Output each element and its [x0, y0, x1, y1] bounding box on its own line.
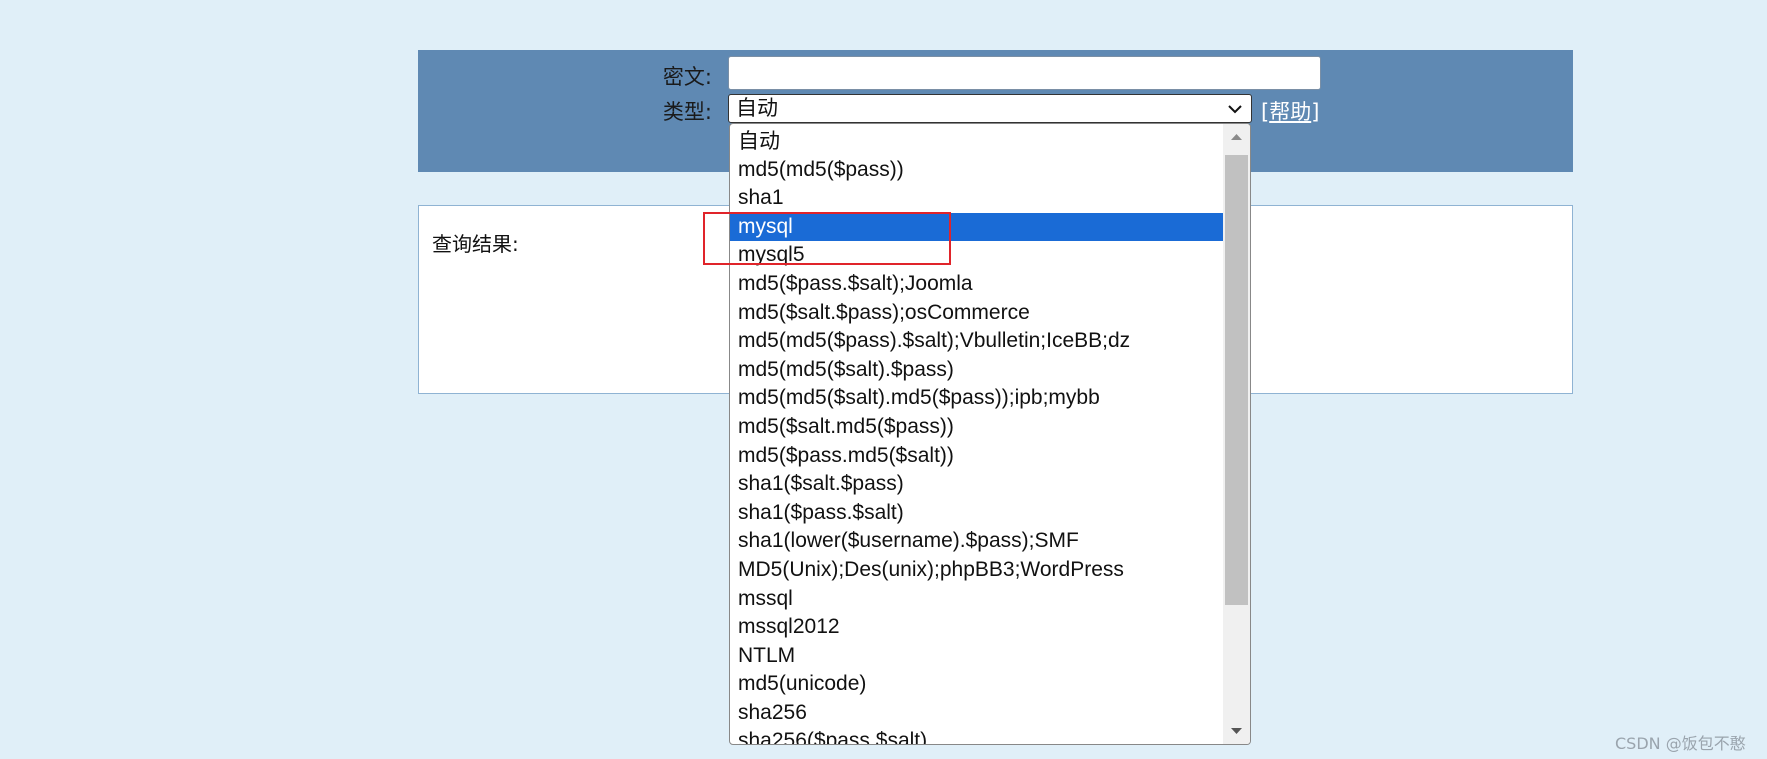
dropdown-option[interactable]: md5(md5($pass).$salt);Vbulletin;IceBB;dz: [730, 327, 1224, 356]
dropdown-option[interactable]: md5(md5($pass)): [730, 156, 1224, 185]
help-link[interactable]: [帮助]: [1261, 96, 1319, 126]
help-bracket-close: ]: [1311, 100, 1320, 124]
dropdown-option[interactable]: md5(unicode): [730, 670, 1224, 699]
help-bracket-open: [: [1261, 100, 1270, 124]
dropdown-option[interactable]: sha256($pass.$salt): [730, 727, 1224, 744]
dropdown-option[interactable]: md5($salt.$pass);osCommerce: [730, 299, 1224, 328]
cipher-label: 密文:: [662, 65, 712, 89]
type-select[interactable]: 自动: [728, 94, 1252, 123]
page: 密文: 类型: 自动 [帮助] 查询结果: 自动 md5(md5($pass))…: [0, 0, 1767, 759]
watermark: CSDN @饭包不憨: [1615, 734, 1746, 753]
dropdown-option[interactable]: 自动: [730, 127, 1224, 156]
type-label: 类型:: [662, 100, 712, 124]
dropdown-option[interactable]: mssql2012: [730, 613, 1224, 642]
dropdown-option[interactable]: sha1($salt.$pass): [730, 470, 1224, 499]
dropdown-option[interactable]: md5(md5($salt).md5($pass));ipb;mybb: [730, 384, 1224, 413]
dropdown-option[interactable]: md5(md5($salt).$pass): [730, 356, 1224, 385]
dropdown-option[interactable]: sha256: [730, 699, 1224, 728]
dropdown-option[interactable]: md5($pass.$salt);Joomla: [730, 270, 1224, 299]
triangle-down-icon[interactable]: [1223, 718, 1250, 744]
cipher-input[interactable]: [728, 56, 1321, 90]
dropdown-option[interactable]: NTLM: [730, 642, 1224, 671]
dropdown-option[interactable]: sha1: [730, 184, 1224, 213]
dropdown-option[interactable]: md5($pass.md5($salt)): [730, 442, 1224, 471]
type-select-value: 自动: [736, 96, 778, 120]
annotation-highlight-box: [703, 212, 951, 265]
dropdown-option[interactable]: MD5(Unix);Des(unix);phpBB3;WordPress: [730, 556, 1224, 585]
triangle-up-icon[interactable]: [1223, 124, 1250, 150]
dropdown-option[interactable]: mssql: [730, 585, 1224, 614]
dropdown-option[interactable]: md5($salt.md5($pass)): [730, 413, 1224, 442]
dropdown-scrollbar[interactable]: [1223, 124, 1250, 744]
scrollbar-thumb[interactable]: [1225, 155, 1248, 605]
dropdown-option[interactable]: sha1(lower($username).$pass);SMF: [730, 527, 1224, 556]
result-label: 查询结果:: [432, 232, 519, 256]
dropdown-option[interactable]: sha1($pass.$salt): [730, 499, 1224, 528]
chevron-down-icon: [1228, 105, 1242, 114]
help-link-label: 帮助: [1269, 100, 1312, 124]
